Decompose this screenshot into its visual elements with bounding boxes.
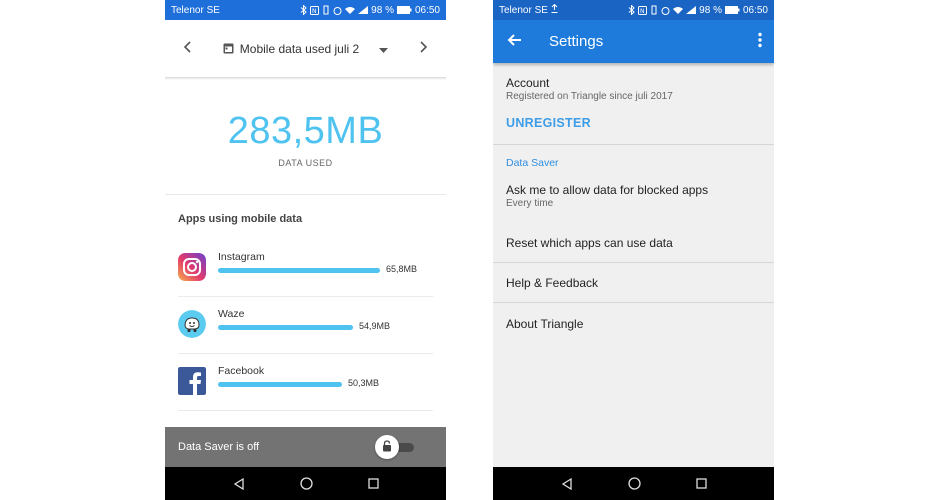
account-section: Account Registered on Triangle since jul…	[493, 63, 774, 145]
nfc-icon: N	[638, 5, 648, 15]
app-row-instagram[interactable]: Instagram 65,8MB	[178, 241, 433, 297]
upload-icon	[551, 3, 558, 16]
status-bar: Telenor SE N 98 % 06:50	[493, 0, 774, 20]
data-saver-toggle[interactable]	[375, 435, 399, 459]
facebook-icon	[178, 367, 206, 395]
alarm-icon	[661, 6, 670, 15]
home-circle-icon[interactable]	[299, 477, 313, 490]
back-triangle-icon[interactable]	[233, 477, 245, 490]
navigation-bar	[165, 467, 446, 500]
waze-icon	[178, 310, 206, 338]
battery-icon	[724, 6, 740, 14]
apps-section-heading: Apps using mobile data	[178, 213, 303, 225]
data-used-amount: 283,5MB	[227, 110, 384, 152]
data-used-caption: DATA USED	[278, 158, 333, 168]
wifi-icon	[345, 6, 356, 14]
svg-text:N: N	[312, 8, 317, 15]
data-saver-header: Data Saver	[506, 157, 559, 169]
battery-percent: 98 %	[371, 4, 394, 16]
ask-permission-item[interactable]: Ask me to allow data for blocked apps Ev…	[493, 175, 774, 215]
data-saver-section: Data Saver Ask me to allow data for bloc…	[493, 145, 774, 263]
back-arrow-icon[interactable]	[507, 32, 523, 53]
ask-permission-title: Ask me to allow data for blocked apps	[506, 183, 709, 197]
app-data-size: 65,8MB	[386, 264, 418, 274]
instagram-icon	[178, 253, 206, 281]
help-feedback-item[interactable]: Help & Feedback	[493, 263, 774, 303]
ask-permission-subtitle: Every time	[506, 198, 554, 209]
page-title: Settings	[549, 33, 604, 50]
reset-apps-item[interactable]: Reset which apps can use data	[493, 223, 774, 259]
about-label: About Triangle	[506, 317, 584, 331]
carrier-label: Telenor SE	[171, 4, 220, 16]
app-data-size: 54,9MB	[359, 321, 391, 331]
divider	[165, 194, 446, 195]
help-feedback-label: Help & Feedback	[506, 276, 599, 290]
phone-data-usage-screen: Telenor SE N 98 % 06:50 Mobile data used…	[165, 0, 446, 500]
app-name: Waze	[218, 308, 245, 320]
battery-percent: 98 %	[699, 4, 722, 16]
data-saver-label: Data Saver is off	[178, 441, 260, 453]
divider	[165, 77, 446, 80]
bluetooth-icon	[628, 5, 635, 15]
chevron-left-icon[interactable]	[183, 40, 191, 58]
vibrate-icon	[650, 5, 658, 15]
lock-icon	[382, 439, 392, 455]
month-label: Mobile data used juli 2	[239, 42, 360, 56]
app-row-waze[interactable]: Waze 54,9MB	[178, 298, 433, 354]
carrier-label: Telenor SE	[499, 4, 548, 16]
vibrate-icon	[322, 5, 330, 15]
signal-icon	[358, 6, 369, 14]
chevron-right-icon[interactable]	[420, 40, 428, 58]
recents-square-icon[interactable]	[695, 478, 707, 489]
account-title: Account	[506, 76, 550, 90]
calendar-icon	[223, 42, 234, 57]
status-bar: Telenor SE N 98 % 06:50	[165, 0, 446, 20]
caret-down-icon	[379, 42, 389, 56]
app-row-facebook[interactable]: Facebook 50,3MB	[178, 355, 433, 411]
more-vert-icon[interactable]	[758, 32, 762, 53]
recents-square-icon[interactable]	[367, 478, 379, 489]
svg-text:N: N	[640, 8, 645, 15]
signal-icon	[686, 6, 697, 14]
battery-icon	[396, 6, 412, 14]
app-bar: Settings	[493, 20, 774, 63]
nfc-icon: N	[310, 5, 320, 15]
month-dropdown[interactable]: Mobile data used juli 2	[223, 42, 389, 57]
reset-apps-label: Reset which apps can use data	[506, 236, 673, 250]
app-name: Instagram	[218, 251, 265, 263]
bluetooth-icon	[300, 5, 307, 15]
usage-bar	[218, 325, 353, 330]
app-data-size: 50,3MB	[348, 378, 380, 388]
data-saver-bar: Data Saver is off	[165, 427, 446, 467]
alarm-icon	[333, 6, 342, 15]
usage-bar	[218, 268, 380, 273]
month-selector: Mobile data used juli 2	[165, 20, 446, 78]
unregister-button[interactable]: UNREGISTER	[506, 116, 591, 130]
wifi-icon	[673, 6, 684, 14]
clock-time: 06:50	[742, 4, 768, 16]
phone-settings-screen: Telenor SE N 98 % 06:50 Settings Account…	[493, 0, 774, 500]
back-triangle-icon[interactable]	[561, 477, 573, 490]
navigation-bar	[493, 467, 774, 500]
usage-bar	[218, 382, 342, 387]
clock-time: 06:50	[414, 4, 440, 16]
home-circle-icon[interactable]	[627, 477, 641, 490]
about-item[interactable]: About Triangle	[493, 303, 774, 345]
app-name: Facebook	[218, 365, 265, 377]
account-subtitle: Registered on Triangle since juli 2017	[506, 91, 673, 102]
